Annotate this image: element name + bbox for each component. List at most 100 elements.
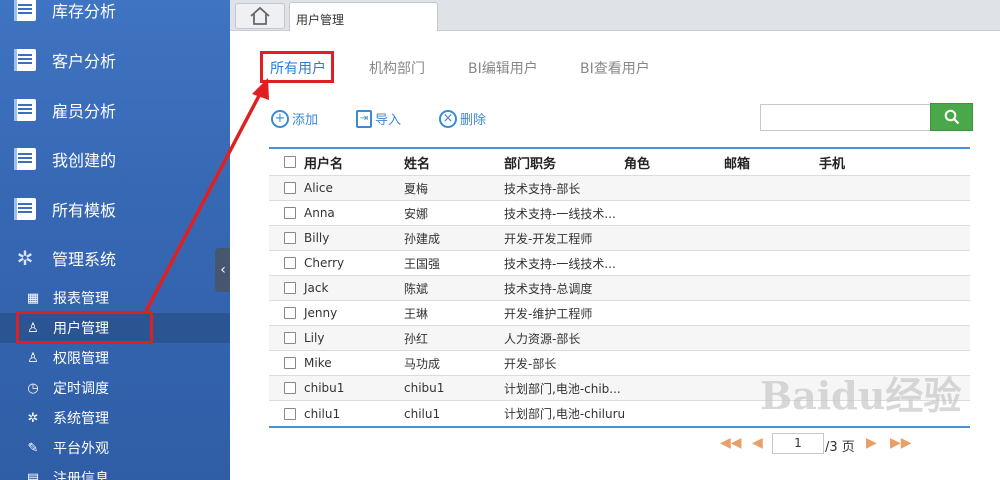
first-page-icon: ◀◀ [720, 435, 742, 451]
subtab-org-dept[interactable]: 机构部门 [369, 58, 425, 78]
add-button[interactable]: + 添加 [271, 109, 318, 128]
cell-username: chibu1 [304, 381, 345, 395]
report-icon: ▦ [26, 290, 40, 306]
row-checkbox[interactable] [284, 407, 296, 420]
sidebar-item-management[interactable]: ✲ 管理系统 [0, 238, 230, 278]
row-checkbox[interactable] [284, 182, 296, 194]
cell-name: chibu1 [404, 381, 445, 395]
sidebar-sub-appearance[interactable]: ✎ 平台外观 [0, 433, 230, 463]
tab-label: 用户管理 [296, 13, 345, 27]
cell-username: Jenny [304, 306, 338, 320]
row-checkbox[interactable] [284, 207, 296, 219]
home-button[interactable] [235, 3, 285, 29]
cell-name: 孙建成 [404, 231, 441, 246]
report-list-icon [14, 198, 36, 220]
cell-name: 孙红 [404, 331, 429, 346]
sidebar-sub-label: 系统管理 [53, 411, 109, 427]
search-button[interactable] [930, 103, 973, 131]
cell-dept: 计划部门,电池-chiluru [504, 407, 626, 421]
row-checkbox[interactable] [284, 307, 296, 319]
chevron-left-icon: ‹ [220, 262, 226, 278]
cell-name: 陈斌 [404, 281, 429, 296]
subtab-bi-edit-users[interactable]: BI编辑用户 [468, 58, 538, 78]
header-username[interactable]: 用户名 [304, 153, 343, 172]
table-row[interactable]: Jack 陈斌 技术支持-总调度 [269, 276, 970, 301]
cell-dept: 开发-部长 [504, 356, 557, 371]
row-checkbox[interactable] [284, 232, 296, 244]
table-row[interactable]: Anna 安娜 技术支持-一线技术... [269, 201, 970, 226]
report-list-icon [14, 99, 36, 121]
sidebar-sub-label: 注册信息 [53, 471, 109, 480]
sidebar-sub-system-mgmt[interactable]: ✲ 系统管理 [0, 403, 230, 433]
cell-username: Lily [304, 331, 325, 345]
sidebar-item-my-created[interactable]: 我创建的 [0, 139, 230, 179]
row-checkbox[interactable] [284, 332, 296, 344]
delete-button[interactable]: × 删除 [439, 109, 486, 128]
cell-dept: 技术支持-总调度 [504, 281, 593, 296]
cell-dept: 技术支持-一线技术... [504, 206, 616, 221]
row-checkbox[interactable] [284, 357, 296, 369]
home-icon [250, 6, 270, 25]
sidebar-item-label: 我创建的 [52, 151, 117, 170]
header-phone[interactable]: 手机 [819, 153, 845, 172]
cell-username: Anna [304, 206, 335, 220]
sidebar-item-label: 管理系统 [52, 250, 117, 269]
delete-circle-icon: × [439, 109, 457, 128]
sidebar-sub-report-mgmt[interactable]: ▦ 报表管理 [0, 283, 230, 313]
cell-dept: 计划部门,电池-chib... [504, 381, 621, 396]
cell-name: 王琳 [404, 306, 429, 321]
delete-label: 删除 [460, 113, 487, 128]
last-page-button[interactable]: ▶▶ [890, 435, 912, 451]
prev-page-button[interactable]: ◀ [752, 435, 763, 451]
sidebar-item-templates[interactable]: 所有模板 [0, 189, 230, 229]
sidebar-sub-label: 报表管理 [53, 291, 109, 307]
sidebar-collapse-button[interactable]: ‹ [215, 248, 231, 292]
search-icon [944, 109, 959, 125]
select-all-checkbox[interactable] [284, 156, 296, 168]
import-button[interactable]: ⇥ 导入 [356, 109, 401, 128]
row-checkbox[interactable] [284, 382, 296, 394]
cell-username: Jack [304, 281, 329, 295]
gear-icon: ✲ [27, 410, 39, 426]
sidebar-sub-registration[interactable]: ▤ 注册信息 [0, 463, 230, 480]
table-row[interactable]: Alice 夏梅 技术支持-部长 [269, 176, 970, 201]
first-page-button[interactable]: ◀◀ [720, 435, 742, 451]
page-number-input[interactable]: 1 [772, 433, 824, 454]
prev-page-icon: ◀ [752, 435, 763, 451]
cell-username: chilu1 [304, 406, 341, 421]
annotation-highlight-sidebar [16, 311, 153, 344]
table-row[interactable]: Billy 孙建成 开发-开发工程师 [269, 226, 970, 251]
subtab-bi-view-users[interactable]: BI查看用户 [580, 58, 650, 78]
doc-icon: ▤ [26, 470, 40, 480]
table-row[interactable]: Jenny 王琳 开发-维护工程师 [269, 301, 970, 326]
tab-user-management[interactable]: 用户管理 [289, 2, 438, 31]
sidebar-item-customer[interactable]: 客户分析 [0, 40, 230, 80]
sidebar-sub-schedule[interactable]: ◷ 定时调度 [0, 373, 230, 403]
header-name[interactable]: 姓名 [404, 153, 430, 172]
sidebar-item-label: 所有模板 [52, 201, 117, 220]
cell-username: Billy [304, 231, 330, 245]
top-tab-bar: 用户管理 [230, 0, 1000, 31]
report-list-icon [14, 148, 36, 170]
sidebar-sub-permission-mgmt[interactable]: ♙ 权限管理 [0, 343, 230, 373]
cell-dept: 人力资源-部长 [504, 331, 581, 346]
header-role[interactable]: 角色 [624, 153, 650, 172]
report-list-icon [14, 0, 36, 21]
sidebar-item-inventory[interactable]: 库存分析 [0, 0, 230, 30]
add-label: 添加 [292, 113, 319, 128]
header-email[interactable]: 邮箱 [724, 153, 750, 172]
brush-icon: ✎ [27, 440, 39, 456]
table-row[interactable]: Lily 孙红 人力资源-部长 [269, 326, 970, 351]
import-file-icon: ⇥ [356, 109, 372, 128]
search-input[interactable] [760, 104, 930, 131]
sidebar-item-employee[interactable]: 雇员分析 [0, 90, 230, 130]
sidebar-sub-label: 权限管理 [53, 351, 109, 367]
cell-dept: 开发-开发工程师 [504, 231, 593, 246]
next-page-button[interactable]: ▶ [866, 435, 877, 451]
last-page-icon: ▶▶ [890, 435, 912, 451]
header-dept[interactable]: 部门职务 [504, 153, 556, 172]
row-checkbox[interactable] [284, 257, 296, 269]
sidebar-item-label: 雇员分析 [52, 102, 117, 121]
table-row[interactable]: Cherry 王国强 技术支持-一线技术... [269, 251, 970, 276]
row-checkbox[interactable] [284, 282, 296, 294]
